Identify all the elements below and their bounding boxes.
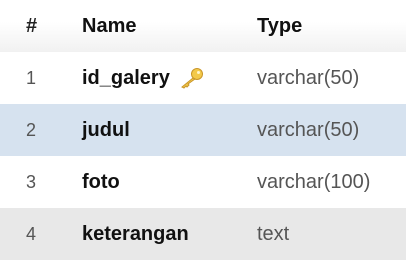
column-type: text [257,222,290,245]
row-number: 4 [26,223,37,244]
row-number: 3 [26,171,37,192]
column-name: id_galery [82,67,257,90]
table-row[interactable]: 2 judul varchar(50) [0,104,406,156]
table-row[interactable]: 3 foto varchar(100) [0,156,406,208]
table-header-row: # Name Type [0,0,406,52]
header-name[interactable]: Name [82,15,257,38]
column-name: foto [82,170,120,193]
column-name-text: id_galery [82,66,170,89]
column-type: varchar(100) [257,170,371,193]
column-name: judul [82,118,130,141]
column-type: varchar(50) [257,118,360,141]
key-icon [178,67,204,89]
row-number: 2 [26,119,37,140]
column-type: varchar(50) [257,66,360,89]
header-type[interactable]: Type [257,15,302,38]
table-row[interactable]: 1 id_galery varchar(50) [0,52,406,104]
header-number[interactable]: # [26,15,48,38]
table-row[interactable]: 4 keterangan text [0,208,406,260]
row-number: 1 [26,67,37,88]
column-name: keterangan [82,222,189,245]
columns-table: # Name Type 1 id_galery varchar(50) 2 ju… [0,0,406,260]
